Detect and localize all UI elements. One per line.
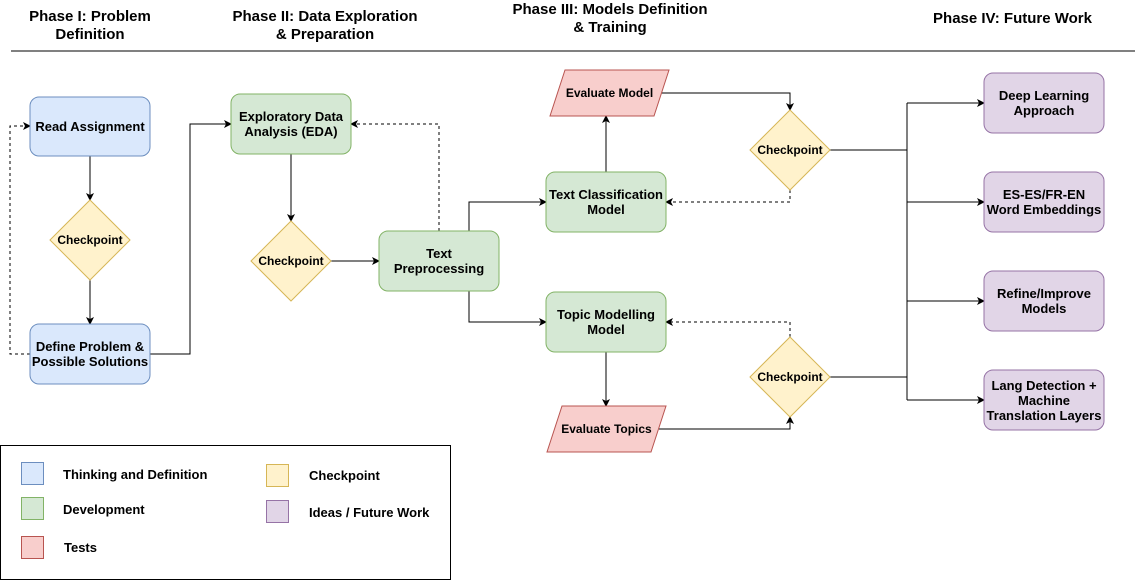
edge-dashed xyxy=(350,120,440,231)
edge-dashed xyxy=(665,318,791,337)
node-text-classification: Text Classification Model xyxy=(549,187,663,217)
phase-4-header: Phase IV: Future Work xyxy=(933,10,1092,27)
node-topic-modelling: Topic Modelling Model xyxy=(557,307,655,337)
legend-label-checkpoint: Checkpoint xyxy=(309,468,380,483)
legend-swatch-thinking xyxy=(21,462,44,485)
legend-label-development: Development xyxy=(63,502,145,517)
node-deep-learning: Deep Learning Approach xyxy=(998,88,1090,118)
edge xyxy=(150,120,232,355)
edge-dashed xyxy=(665,190,791,206)
legend-swatch-future xyxy=(266,500,289,523)
node-evaluate-topics: Evaluate Topics xyxy=(561,421,652,436)
legend-label-future: Ideas / Future Work xyxy=(309,505,430,520)
edge xyxy=(468,291,547,326)
edge xyxy=(661,92,794,111)
phase-3-header: Phase III: Models Definition & Training xyxy=(512,1,708,36)
node-eda: Exploratory Data Analysis (EDA) xyxy=(238,109,344,139)
legend-label-tests: Tests xyxy=(64,540,97,555)
node-word-embeddings: ES-ES/FR-EN Word Embeddings xyxy=(986,187,1102,217)
node-read-assignment: Read Assignment xyxy=(35,119,145,134)
edge xyxy=(468,198,547,231)
diagram-canvas: Phase I: Problem Definition Phase II: Da… xyxy=(0,0,1138,580)
legend-label-thinking: Thinking and Definition xyxy=(63,467,208,482)
legend-swatch-development xyxy=(21,497,44,520)
checkpoint-3: Checkpoint xyxy=(757,142,823,157)
legend-swatch-tests xyxy=(21,536,44,559)
node-text-preprocessing: Text Preprocessing xyxy=(393,246,485,276)
phase-1-header: Phase I: Problem Definition xyxy=(29,8,151,43)
node-refine: Refine/Improve Models xyxy=(997,286,1091,316)
node-lang-detection: Lang Detection + Machine Translation Lay… xyxy=(986,377,1102,423)
checkpoint-2: Checkpoint xyxy=(258,253,324,268)
checkpoint-1: Checkpoint xyxy=(57,232,123,247)
phase-2-header: Phase II: Data Exploration & Preparation xyxy=(232,8,418,43)
edge xyxy=(830,103,908,400)
node-define-problem: Define Problem & Possible Solutions xyxy=(31,339,149,369)
edge xyxy=(659,416,794,430)
legend-swatch-checkpoint xyxy=(266,464,289,487)
node-evaluate-model: Evaluate Model xyxy=(565,85,654,100)
edge-dashed xyxy=(9,122,31,355)
checkpoint-4: Checkpoint xyxy=(757,369,823,384)
